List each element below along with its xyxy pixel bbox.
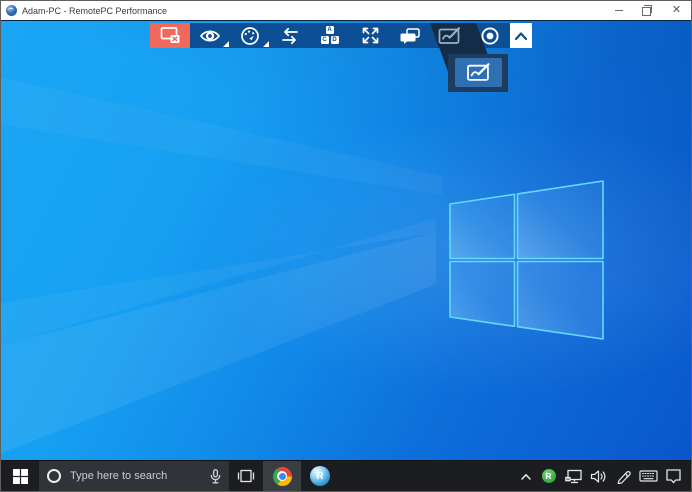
performance-icon — [241, 26, 259, 45]
window-controls: ✕ — [604, 1, 691, 20]
collapse-toolbar-button[interactable] — [510, 23, 532, 48]
session-toolbar: A C D — [150, 23, 532, 48]
chevron-up-icon — [514, 31, 528, 40]
network-tray-icon[interactable] — [561, 461, 586, 491]
pen-icon — [617, 471, 631, 484]
network-icon — [564, 469, 582, 483]
block-letter: D — [330, 36, 339, 44]
remotepc-green-icon: R — [541, 469, 556, 483]
remote-desktop-viewport: A C D Type here to search R R — [1, 20, 691, 491]
shortcut-blocks-button[interactable]: A C D — [310, 23, 350, 48]
start-button[interactable] — [1, 461, 39, 491]
remotepc-viewer-window: Adam-PC - RemotePC Performance ✕ A C D T… — [0, 0, 692, 492]
window-title: Adam-PC - RemotePC Performance — [22, 5, 168, 16]
performance-button[interactable] — [230, 23, 270, 48]
view-options-icon — [199, 30, 221, 41]
remotepc-app-icon — [6, 5, 17, 16]
windows-start-icon — [12, 468, 28, 484]
remotepc-status-tray-icon[interactable]: R — [536, 461, 561, 491]
record-icon — [481, 26, 499, 45]
microphone-icon[interactable] — [210, 468, 221, 484]
touch-keyboard-tray-icon[interactable] — [636, 461, 661, 491]
whiteboard-pen-icon — [466, 63, 490, 81]
whiteboard-pen-tool-button[interactable] — [455, 58, 502, 87]
close-icon: ✕ — [671, 4, 682, 16]
action-center-icon — [666, 469, 681, 484]
minimize-icon — [614, 10, 623, 11]
whiteboard-button[interactable] — [430, 23, 470, 48]
cortana-icon — [47, 469, 61, 483]
block-letter: A — [325, 26, 334, 34]
remote-taskbar: Type here to search R R — [1, 460, 691, 491]
windows-ink-tray-icon[interactable] — [611, 461, 636, 491]
search-placeholder: Type here to search — [70, 470, 168, 482]
disconnect-session-button[interactable] — [150, 23, 190, 48]
taskbar-app-remotepc[interactable]: R — [301, 461, 339, 491]
view-options-button[interactable] — [190, 23, 230, 48]
chat-button[interactable] — [390, 23, 430, 48]
minimize-button[interactable] — [604, 1, 633, 20]
titlebar: Adam-PC - RemotePC Performance ✕ — [1, 1, 691, 20]
restore-icon — [642, 5, 652, 16]
windows-logo-wallpaper — [449, 180, 604, 340]
file-transfer-button[interactable] — [270, 23, 310, 48]
taskbar-search-input[interactable]: Type here to search — [39, 461, 229, 491]
record-button[interactable] — [470, 23, 510, 48]
chrome-icon — [272, 466, 292, 486]
keyboard-icon — [639, 470, 658, 482]
fullscreen-button[interactable] — [350, 23, 390, 48]
shortcut-blocks-icon: A C D — [320, 26, 340, 45]
volume-icon — [590, 469, 606, 483]
block-letter: C — [320, 36, 329, 44]
disconnect-session-icon — [160, 27, 179, 43]
fullscreen-icon — [362, 27, 378, 44]
chat-icon — [400, 27, 420, 44]
whiteboard-icon — [438, 26, 461, 44]
remotepc-icon: R — [310, 466, 330, 486]
task-view-button[interactable] — [229, 461, 263, 491]
close-button[interactable]: ✕ — [662, 1, 691, 20]
restore-button[interactable] — [633, 1, 662, 20]
chevron-up-icon — [521, 473, 531, 480]
dropdown-caret-icon — [223, 41, 229, 47]
system-tray: R — [516, 461, 691, 491]
volume-tray-icon[interactable] — [586, 461, 611, 491]
task-view-icon — [237, 469, 255, 483]
action-center-button[interactable] — [661, 461, 686, 491]
taskbar-app-chrome[interactable] — [263, 461, 301, 491]
dropdown-caret-icon — [263, 41, 269, 47]
show-hidden-icons-button[interactable] — [516, 461, 536, 491]
file-transfer-icon — [282, 27, 298, 44]
